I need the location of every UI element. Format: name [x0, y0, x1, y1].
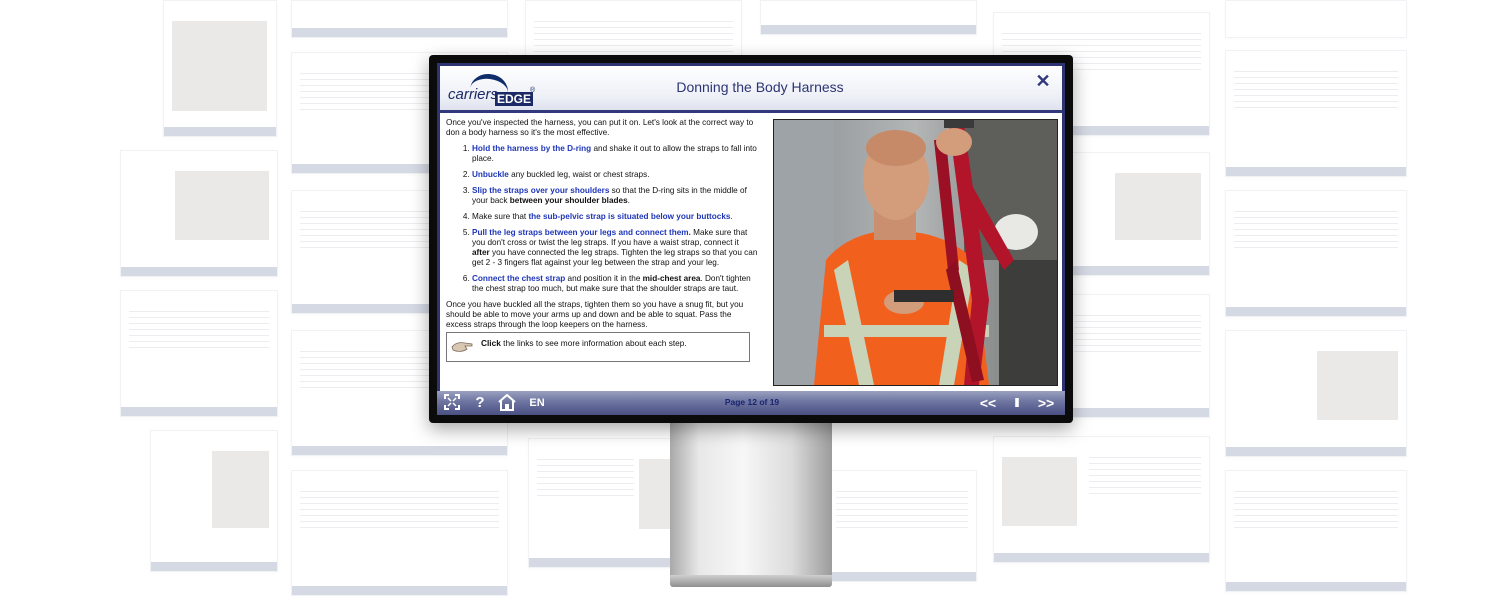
logo-registered: ®: [530, 87, 536, 94]
logo-text-edge: EDGE: [495, 92, 534, 106]
step-link[interactable]: Connect the chest strap: [472, 274, 565, 283]
bg-slide: [1225, 470, 1407, 592]
steps-list: Hold the harness by the D-ring and shake…: [446, 144, 758, 294]
bg-slide: [1065, 294, 1210, 418]
step-item: Connect the chest strap and position it …: [472, 274, 758, 294]
carriers-edge-logo: carriers EDGE ®: [448, 71, 535, 110]
slide-body-text: Once you've inspected the harness, you c…: [446, 118, 758, 330]
bg-slide: [1065, 152, 1210, 276]
pause-button[interactable]: II: [1009, 394, 1023, 412]
bg-slide: [1225, 330, 1407, 457]
bg-slide: [291, 470, 508, 596]
home-icon[interactable]: [497, 393, 517, 412]
previous-button[interactable]: <<: [977, 394, 999, 412]
step-item: Pull the leg straps between your legs an…: [472, 228, 758, 268]
slide-title: Donning the Body Harness: [676, 79, 844, 95]
bg-slide: [525, 0, 742, 57]
bg-slide: [291, 0, 508, 38]
player-navbar: ? EN Page 12 of 19 << II >>: [437, 391, 1065, 415]
step-item: Unbuckle any buckled leg, waist or chest…: [472, 170, 758, 180]
monitor-stand: [670, 423, 832, 578]
slide-content: carriers EDGE ® Donning the Body Harness…: [440, 66, 1062, 391]
bg-slide: [163, 0, 277, 137]
bg-slide: [1225, 50, 1407, 177]
next-button[interactable]: >>: [1035, 394, 1057, 412]
bg-slide: [150, 430, 278, 572]
monitor: carriers EDGE ® Donning the Body Harness…: [429, 55, 1073, 423]
step-link[interactable]: Pull the leg straps between your legs an…: [472, 228, 691, 237]
step-item: Hold the harness by the D-ring and shake…: [472, 144, 758, 164]
bg-slide: [120, 150, 278, 277]
course-player: carriers EDGE ® Donning the Body Harness…: [437, 63, 1065, 415]
outro-paragraph: Once you have buckled all the straps, ti…: [446, 300, 744, 329]
help-button[interactable]: ?: [473, 394, 487, 412]
monitor-stand-base: [670, 575, 832, 587]
harness-photo-illustration: [774, 120, 1057, 385]
step-item: Slip the straps over your shoulders so t…: [472, 186, 758, 206]
logo-text: carriers: [448, 86, 499, 103]
intro-paragraph: Once you've inspected the harness, you c…: [446, 118, 754, 137]
page-indicator: Page 12 of 19: [724, 397, 780, 407]
bg-slide: [993, 436, 1210, 563]
fullscreen-icon[interactable]: [443, 394, 461, 412]
step-link[interactable]: the sub-pelvic strap is situated below y…: [528, 212, 730, 221]
bg-slide: [1225, 190, 1407, 317]
click-instruction-text: Click the links to see more information …: [481, 338, 687, 348]
step-link[interactable]: Slip the straps over your shoulders: [472, 186, 609, 195]
step-item: Make sure that the sub-pelvic strap is s…: [472, 212, 758, 222]
slide-header: carriers EDGE ® Donning the Body Harness…: [440, 66, 1062, 113]
language-button[interactable]: EN: [527, 394, 547, 412]
step-link[interactable]: Unbuckle: [472, 170, 509, 179]
bg-slide: [760, 0, 977, 35]
harness-photo: [773, 119, 1058, 386]
close-icon[interactable]: ✕: [1034, 72, 1052, 90]
step-link[interactable]: Hold the harness by the D-ring: [472, 144, 591, 153]
bg-slide: [1225, 0, 1407, 38]
bg-slide: [120, 290, 278, 417]
pointing-hand-icon: [451, 342, 473, 352]
click-instruction-box: Click the links to see more information …: [446, 332, 750, 362]
